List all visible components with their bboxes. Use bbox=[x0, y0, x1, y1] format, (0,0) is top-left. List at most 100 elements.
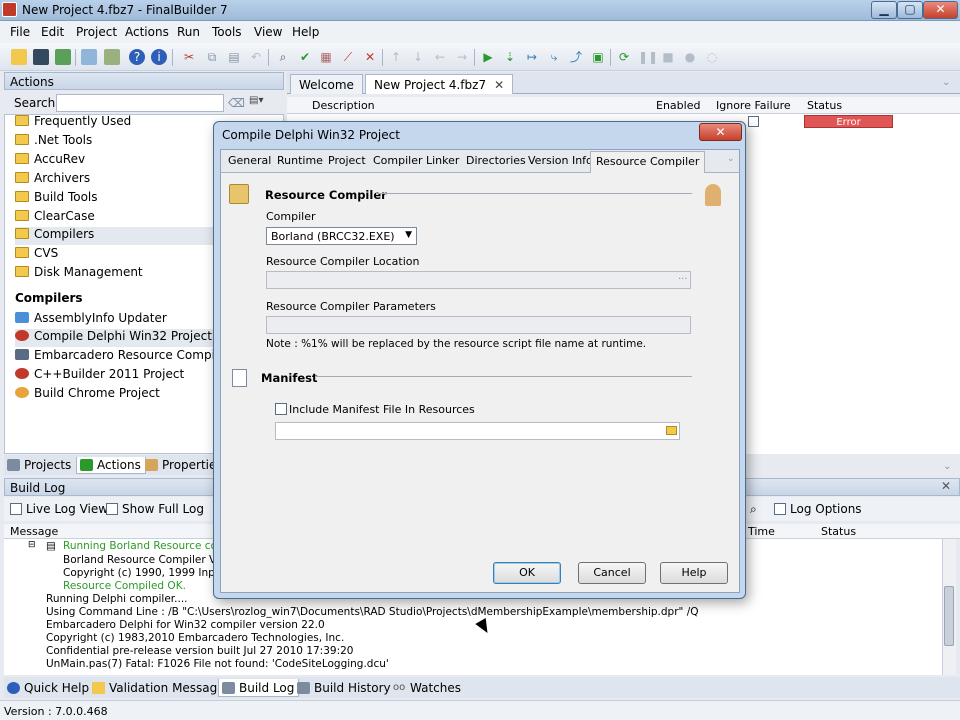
close-tab-icon[interactable]: ✕ bbox=[494, 78, 504, 92]
step-out-icon[interactable]: ⤴ bbox=[568, 49, 584, 65]
tab-general[interactable]: General bbox=[228, 154, 271, 167]
tab-compiler[interactable]: Compiler bbox=[373, 154, 423, 167]
refresh-icon[interactable]: ⟳ bbox=[616, 49, 632, 65]
cut-icon[interactable]: ✂ bbox=[181, 49, 197, 65]
parameters-input[interactable] bbox=[266, 316, 691, 334]
menu-view[interactable]: View bbox=[254, 25, 282, 39]
find-icon[interactable]: ⌕ bbox=[275, 49, 291, 65]
ok-button[interactable]: OK bbox=[493, 562, 561, 584]
menu-run[interactable]: Run bbox=[177, 25, 200, 39]
tab-quick-help[interactable]: Quick Help bbox=[4, 679, 93, 697]
move-left-icon[interactable]: ← bbox=[432, 49, 448, 65]
minimize-button[interactable]: ▁ bbox=[871, 1, 897, 19]
tab-linker[interactable]: Linker bbox=[426, 154, 459, 167]
browse-button[interactable]: ... bbox=[678, 271, 688, 282]
step-into-icon[interactable]: ⤷ bbox=[546, 49, 562, 65]
options-icon[interactable] bbox=[104, 49, 120, 65]
log-search-icon[interactable]: ⌕ bbox=[750, 502, 757, 517]
tab-resource-compiler[interactable]: Resource Compiler bbox=[590, 151, 706, 173]
close-panel-icon[interactable]: ✕ bbox=[941, 479, 951, 493]
dialog-close-button[interactable]: ✕ bbox=[699, 123, 742, 141]
cancel-button[interactable]: Cancel bbox=[578, 562, 646, 584]
category-item-selected[interactable]: Compilers bbox=[15, 227, 220, 245]
run-to-cursor-icon[interactable]: ▣ bbox=[590, 49, 606, 65]
live-log-checkbox[interactable] bbox=[10, 503, 22, 515]
save-as-icon[interactable] bbox=[55, 49, 71, 65]
category-item[interactable]: Disk Management bbox=[15, 265, 143, 283]
tab-actions[interactable]: Actions bbox=[76, 457, 146, 474]
log-options-button[interactable]: Log Options bbox=[774, 502, 862, 516]
tab-build-history[interactable]: Build History bbox=[294, 679, 395, 697]
run-action-icon[interactable]: ⇣ bbox=[502, 49, 518, 65]
ignore-failure-checkbox[interactable] bbox=[748, 116, 759, 127]
menu-file[interactable]: File bbox=[10, 25, 30, 39]
move-down-icon[interactable]: ↓ bbox=[410, 49, 426, 65]
location-input[interactable] bbox=[266, 271, 691, 289]
open-folder-icon[interactable] bbox=[666, 426, 677, 435]
live-log-view-toggle[interactable]: Live Log View bbox=[10, 502, 108, 516]
menu-project[interactable]: Project bbox=[76, 25, 117, 39]
undo-icon[interactable]: ↶ bbox=[248, 49, 264, 65]
action-item[interactable]: C++Builder 2011 Project bbox=[15, 367, 184, 385]
tab-validation-messages[interactable]: Validation Messages bbox=[89, 679, 235, 697]
tabs-overflow-icon[interactable]: ⌄ bbox=[942, 77, 950, 88]
step-over-icon[interactable]: ↦ bbox=[524, 49, 540, 65]
action-item[interactable]: Embarcadero Resource Compiler bbox=[15, 348, 231, 366]
action-search-input[interactable] bbox=[56, 94, 224, 112]
log-scroll-thumb[interactable] bbox=[944, 586, 954, 646]
info-icon[interactable]: i bbox=[151, 49, 167, 65]
maximize-button[interactable]: ▢ bbox=[897, 1, 923, 19]
move-up-icon[interactable]: ↑ bbox=[388, 49, 404, 65]
new-icon[interactable] bbox=[11, 49, 27, 65]
save-icon[interactable] bbox=[33, 49, 49, 65]
include-manifest-checkbox[interactable] bbox=[275, 403, 287, 415]
tab-project[interactable]: New Project 4.fbz7 ✕ bbox=[365, 74, 514, 94]
category-item[interactable]: ClearCase bbox=[15, 209, 95, 227]
copy-icon[interactable]: ⧉ bbox=[204, 49, 220, 65]
category-item[interactable]: Frequently Used bbox=[15, 115, 131, 132]
category-item[interactable]: Build Tools bbox=[15, 190, 98, 208]
compiler-select[interactable]: Borland (BRCC32.EXE) ▼ bbox=[266, 227, 417, 245]
tab-directories[interactable]: Directories bbox=[466, 154, 526, 167]
category-item[interactable]: .Net Tools bbox=[15, 133, 92, 151]
show-full-log-button[interactable]: Show Full Log bbox=[106, 502, 204, 516]
tab-build-log[interactable]: Build Log bbox=[218, 679, 300, 697]
run-icon[interactable]: ▶ bbox=[480, 49, 496, 65]
action-item-selected[interactable]: Compile Delphi Win32 Project bbox=[15, 329, 220, 347]
menu-actions[interactable]: Actions bbox=[125, 25, 169, 39]
menu-edit[interactable]: Edit bbox=[41, 25, 64, 39]
menu-tools[interactable]: Tools bbox=[212, 25, 242, 39]
category-item[interactable]: CVS bbox=[15, 246, 58, 264]
tabs-overflow-icon[interactable]: ⌄ bbox=[727, 154, 735, 164]
tab-runtime[interactable]: Runtime bbox=[277, 154, 323, 167]
help-icon[interactable]: ? bbox=[129, 49, 145, 65]
category-item[interactable]: Archivers bbox=[15, 171, 90, 189]
manifest-path-input[interactable] bbox=[275, 422, 680, 440]
tab-version-info[interactable]: Version Info bbox=[528, 154, 593, 167]
search-options-icon[interactable]: ▤▾ bbox=[249, 95, 271, 110]
tab-watches[interactable]: oo Watches bbox=[390, 679, 465, 697]
pause-icon[interactable]: ❚❚ bbox=[638, 49, 658, 65]
help-button[interactable]: Help bbox=[660, 562, 728, 584]
menu-help[interactable]: Help bbox=[292, 25, 319, 39]
properties-icon[interactable] bbox=[81, 49, 97, 65]
collapse-icon[interactable]: ⊟ bbox=[28, 540, 36, 550]
delete-icon[interactable]: ✕ bbox=[362, 49, 378, 65]
move-right-icon[interactable]: → bbox=[454, 49, 470, 65]
action-item[interactable]: Build Chrome Project bbox=[15, 386, 160, 404]
clipboard-icon[interactable]: ▦ bbox=[318, 49, 334, 65]
panel-collapse-icon[interactable]: ⌄ bbox=[943, 461, 951, 472]
category-item[interactable]: AccuRev bbox=[15, 152, 85, 170]
tab-project[interactable]: Project bbox=[328, 154, 366, 167]
tab-welcome[interactable]: Welcome bbox=[290, 74, 363, 94]
paste-icon[interactable]: ▤ bbox=[226, 49, 242, 65]
check-icon[interactable]: ✔ bbox=[297, 49, 313, 65]
action-item[interactable]: AssemblyInfo Updater bbox=[15, 311, 167, 329]
stop-icon[interactable]: ■ bbox=[660, 49, 676, 65]
clear-search-icon[interactable]: ⌫ bbox=[228, 96, 245, 110]
breakpoint-icon[interactable]: ● bbox=[682, 49, 698, 65]
clear-breakpoints-icon[interactable]: ◌ bbox=[704, 49, 720, 65]
tab-projects[interactable]: Projects bbox=[4, 457, 75, 474]
disable-icon[interactable]: ⟋ bbox=[340, 49, 356, 65]
close-window-button[interactable]: ✕ bbox=[923, 1, 958, 19]
